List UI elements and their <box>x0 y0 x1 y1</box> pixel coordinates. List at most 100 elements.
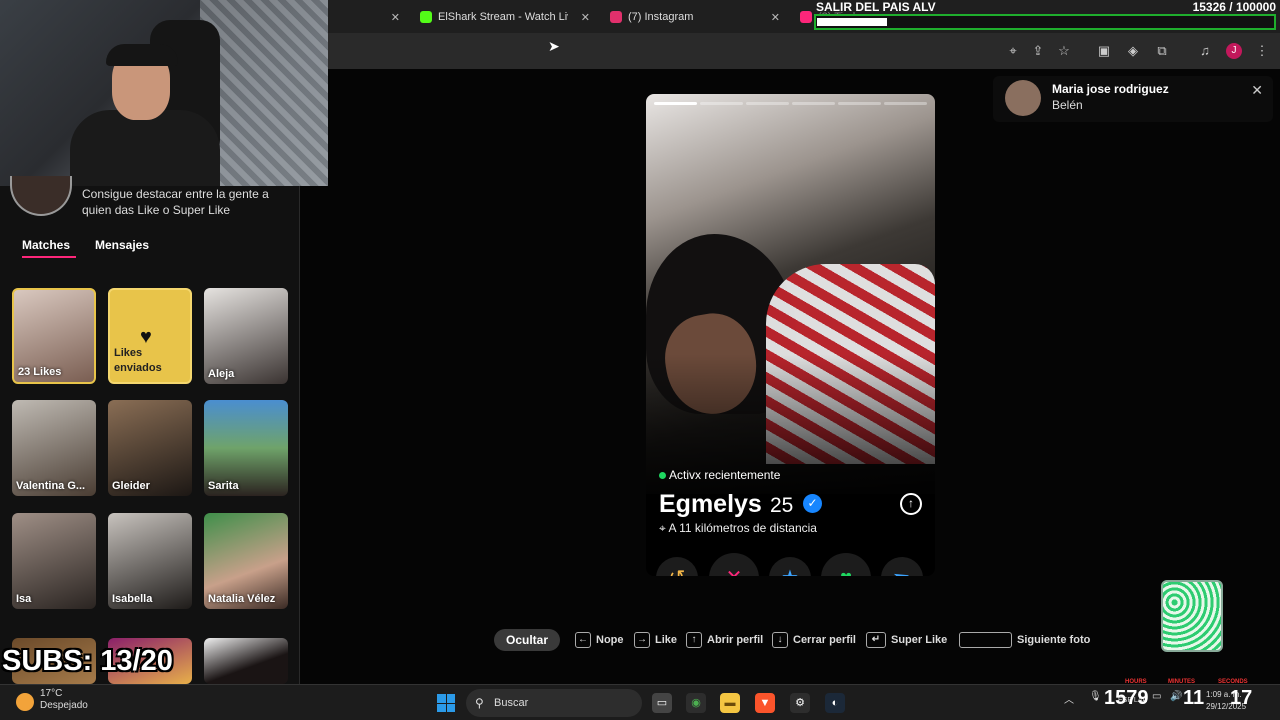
media-icon[interactable]: ♫ <box>1195 41 1215 61</box>
puzzle-icon[interactable]: ⧉ <box>1152 41 1172 61</box>
timer-label: SECONDS <box>1218 679 1248 685</box>
distance-text: A 11 kilómetros de distancia <box>668 521 817 535</box>
weather-widget[interactable]: 17°C Despejado <box>40 688 88 712</box>
open-profile-button[interactable]: ↑ <box>900 493 922 515</box>
boost-button[interactable]: ➤ <box>875 551 929 576</box>
app-icon[interactable]: ⚙ <box>790 693 810 713</box>
tray-chevron-icon[interactable]: ︿ <box>1064 691 1074 706</box>
match-name: Gleider <box>112 480 150 492</box>
enter-key-icon: ↵ <box>866 632 886 648</box>
chrome-icon[interactable]: ◉ <box>686 693 706 713</box>
match-tile[interactable]: Sarita <box>204 400 288 496</box>
taskbar-search[interactable]: ⚲ Buscar <box>466 689 642 717</box>
folder-icon[interactable]: ▬ <box>720 693 740 713</box>
task-view-icon[interactable]: ▭ <box>652 693 672 713</box>
tinder-icon <box>800 11 812 23</box>
webcam-overlay <box>0 0 328 186</box>
match-name: Valentina G... <box>16 480 86 492</box>
match-name: Aleja <box>208 368 235 380</box>
match-tile[interactable]: Valentina G... <box>12 400 96 496</box>
match-tile[interactable] <box>204 638 288 684</box>
arrow-left-key-icon: ← <box>575 632 591 648</box>
tab-matches[interactable]: Matches <box>22 238 70 252</box>
photo-progress <box>654 102 927 105</box>
steam-icon[interactable]: ◐ <box>825 693 845 713</box>
volume-icon[interactable]: 🔊 <box>1170 691 1182 702</box>
active-tab-underline <box>22 256 76 258</box>
tab-instagram[interactable]: (7) Instagram ✕ <box>610 5 780 29</box>
shortcut-label: Nope <box>596 634 624 646</box>
match-tile[interactable]: Aleja <box>204 288 288 384</box>
match-tile[interactable]: Isabella <box>108 513 192 609</box>
search-icon: ⚲ <box>475 696 484 710</box>
brave-icon[interactable]: ▼ <box>755 693 775 713</box>
notification[interactable]: Maria jose rodriguez Belén ✕ <box>993 76 1273 122</box>
timer-minutes: 11 <box>1183 687 1205 709</box>
sidebar: Consigue destacar entre la gente a quien… <box>0 176 300 684</box>
notification-subtitle: Belén <box>1052 98 1083 112</box>
weather-temp: 17°C <box>40 688 63 699</box>
tab-close-icon[interactable]: ✕ <box>391 11 400 24</box>
shortcut-label: Super Like <box>891 634 948 646</box>
match-tile[interactable]: Isa <box>12 513 96 609</box>
weather-icon[interactable] <box>16 693 34 711</box>
location-icon[interactable]: ⌖ <box>1003 41 1023 61</box>
shortcut-label: Cerrar perfil <box>793 634 856 646</box>
activity-status: Activx recientemente <box>659 468 780 482</box>
goal-progress-bar <box>814 14 1276 30</box>
weather-condition: Despejado <box>40 700 88 711</box>
nope-button[interactable]: ✕ <box>709 553 759 576</box>
match-name: Isa <box>16 593 32 605</box>
arrow-right-key-icon: → <box>634 632 650 648</box>
instagram-icon <box>610 11 622 23</box>
photo-progress-segment <box>654 102 697 105</box>
extension-icon[interactable]: ▣ <box>1094 41 1114 61</box>
space-key-icon <box>959 632 1012 648</box>
mic-icon[interactable]: 🎙 <box>1089 691 1102 702</box>
goal-title: SALIR DEL PAIS ALV <box>816 0 936 14</box>
superlike-button[interactable]: ★ <box>769 557 811 576</box>
screen: ✕ ElShark Stream - Watch Live on ✕ (7) I… <box>0 0 1280 720</box>
timer-hours: 1579 <box>1104 687 1149 709</box>
hide-shortcuts-button[interactable]: Ocultar <box>494 629 560 651</box>
profile-card[interactable]: Activx recientemente Egmelys 25 ✓ ↑ ⌖ A … <box>646 94 935 576</box>
shortcut-label: Like <box>655 634 678 646</box>
goal-count: 15326 / 100000 <box>1193 0 1276 14</box>
menu-icon[interactable]: ⋮ <box>1252 41 1272 61</box>
photo-progress-segment <box>700 102 743 105</box>
timer-label: MINUTES <box>1168 679 1195 685</box>
bookmark-star-icon[interactable]: ☆ <box>1054 41 1074 61</box>
share-icon[interactable]: ⇪ <box>1028 41 1048 61</box>
match-tile-likes-sent[interactable]: ♥ Likes enviados <box>108 288 192 384</box>
extension-icon[interactable]: ◈ <box>1123 41 1143 61</box>
shortcut-open-profile: ↑ Abrir perfil <box>686 632 763 648</box>
close-icon[interactable]: ✕ <box>1251 82 1263 99</box>
shortcut-nope: ← Nope <box>575 632 624 648</box>
shortcut-next-photo: Siguiente foto <box>959 632 1090 648</box>
profile-photo[interactable] <box>646 94 935 494</box>
match-tile[interactable]: Gleider <box>108 400 192 496</box>
like-button[interactable]: ♥ <box>821 553 871 576</box>
donation-jar <box>1161 580 1223 652</box>
match-name: Isabella <box>112 593 153 605</box>
match-name: Natalia Vélez <box>208 593 276 605</box>
tab-elshark[interactable]: ElShark Stream - Watch Live on ✕ <box>420 5 590 29</box>
tab-previous[interactable]: ✕ <box>330 5 400 29</box>
photo-progress-segment <box>838 102 881 105</box>
tab-close-icon[interactable]: ✕ <box>581 11 590 24</box>
timer-label: HOURS <box>1125 679 1147 685</box>
verified-badge-icon: ✓ <box>803 494 822 513</box>
rewind-button[interactable]: ↺ <box>656 557 698 576</box>
network-icon[interactable]: ▭ <box>1152 691 1161 702</box>
photo-progress-segment <box>884 102 927 105</box>
profile-avatar[interactable]: J <box>1226 43 1242 59</box>
tab-close-icon[interactable]: ✕ <box>771 11 780 24</box>
match-tile-likes[interactable]: 23 Likes <box>12 288 96 384</box>
shortcut-close-profile: ↓ Cerrar perfil <box>772 632 856 648</box>
match-tile[interactable]: Natalia Vélez <box>204 513 288 609</box>
promo-text: Consigue destacar entre la gente a quien… <box>82 187 269 217</box>
tab-mensajes[interactable]: Mensajes <box>95 238 149 252</box>
windows-start-icon[interactable] <box>437 694 455 712</box>
search-placeholder: Buscar <box>494 697 529 709</box>
kick-icon <box>420 11 432 23</box>
